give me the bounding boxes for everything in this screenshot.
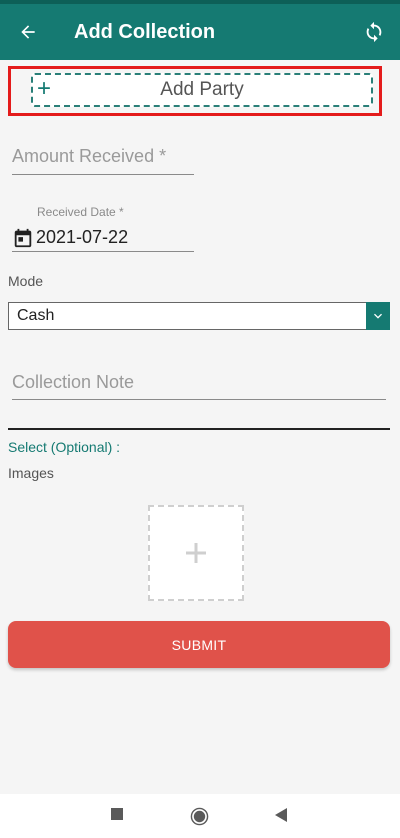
collection-note-field[interactable]: [12, 372, 386, 400]
received-date-value: 2021-07-22: [36, 227, 129, 247]
sync-button[interactable]: [348, 21, 400, 43]
add-party-label: Add Party: [160, 79, 244, 100]
mode-selected-value: Cash: [17, 307, 55, 324]
page-title: Add Collection: [74, 20, 216, 43]
select-optional-label: Select (Optional) :: [8, 439, 121, 455]
system-nav-bar: [0, 794, 400, 838]
divider: [8, 428, 390, 430]
back-button[interactable]: [0, 22, 56, 42]
received-date-field[interactable]: 2021-07-22: [12, 224, 194, 252]
add-party-button[interactable]: + Add Party: [31, 73, 373, 107]
plus-icon: +: [37, 75, 52, 102]
sync-icon: [366, 21, 382, 43]
collection-note-input[interactable]: [12, 372, 386, 393]
plus-icon: [186, 543, 206, 563]
calendar-icon: [12, 227, 34, 249]
chevron-down-icon: [366, 302, 390, 330]
recents-icon[interactable]: [111, 808, 123, 820]
received-date-label: Received Date *: [37, 205, 124, 219]
back-nav-icon[interactable]: [275, 808, 287, 822]
mode-label: Mode: [8, 273, 44, 289]
submit-button[interactable]: SUBMIT: [8, 621, 390, 668]
amount-received-input[interactable]: [12, 146, 194, 167]
home-icon[interactable]: [190, 807, 209, 826]
images-label: Images: [8, 465, 54, 481]
app-bar: Add Collection: [0, 4, 400, 60]
add-image-button[interactable]: [148, 505, 244, 601]
arrow-left-icon: [21, 25, 35, 39]
mode-select[interactable]: Cash: [8, 302, 390, 330]
add-party-highlight: + Add Party: [8, 66, 382, 116]
amount-received-field[interactable]: [12, 146, 194, 175]
